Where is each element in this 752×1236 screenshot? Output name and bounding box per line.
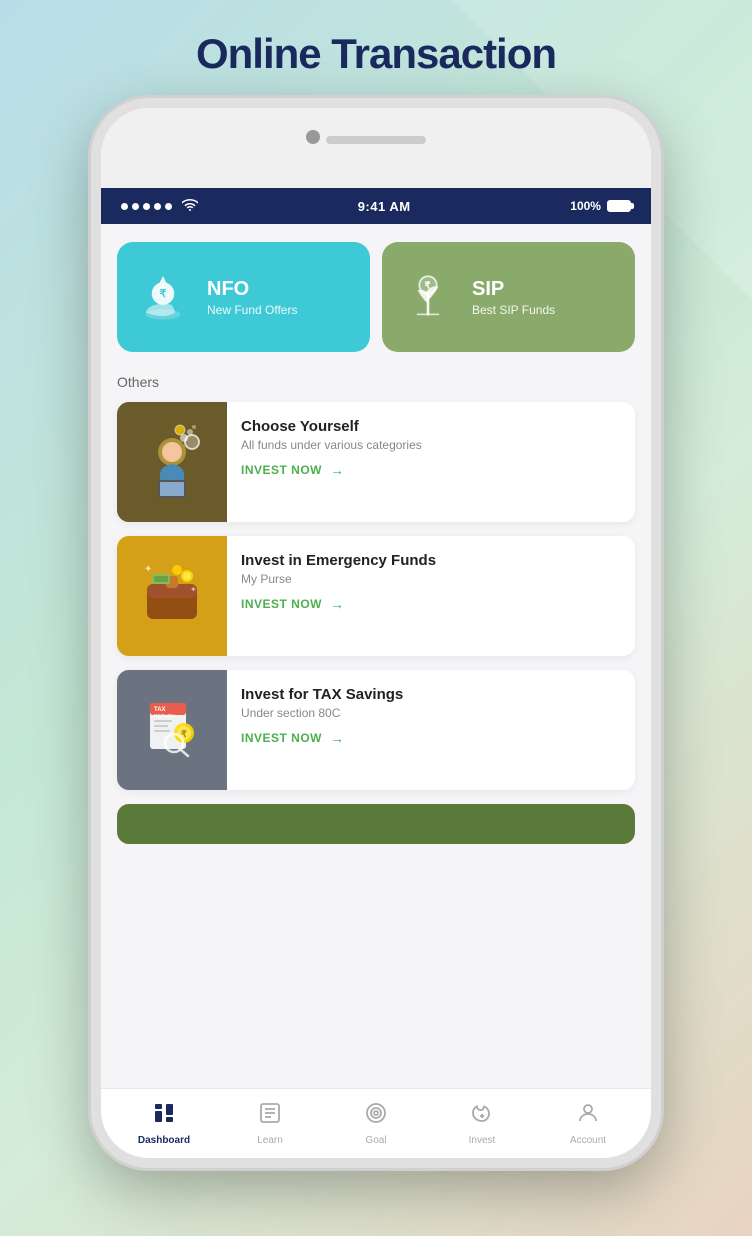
list-item-choose-yourself[interactable]: Choose Yourself All funds under various …: [117, 402, 635, 522]
emergency-funds-title: Invest in Emergency Funds: [241, 552, 621, 569]
signal-indicator: [121, 199, 198, 214]
partial-card: [117, 804, 635, 844]
tax-savings-image: TAX RETURN ₹: [117, 670, 227, 790]
tax-savings-subtitle: Under section 80C: [241, 706, 621, 720]
nfo-card[interactable]: ₹ NFO New Fund Offers: [117, 242, 370, 352]
nav-item-account[interactable]: Account: [535, 1101, 641, 1146]
nfo-icon: ₹: [133, 267, 193, 327]
dashboard-icon: [152, 1101, 176, 1131]
svg-text:₹: ₹: [425, 280, 432, 291]
tax-savings-cta[interactable]: INVEST NOW →: [241, 730, 621, 746]
arrow-right-icon: →: [330, 462, 345, 478]
signal-dot-5: [165, 203, 172, 210]
status-time: 9:41 AM: [358, 199, 411, 214]
wifi-icon: [182, 199, 198, 214]
list-item-emergency-funds[interactable]: ✦ ✦ Invest in Emergency Funds My Purse I…: [117, 536, 635, 656]
invest-icon: [470, 1101, 494, 1131]
svg-text:₹: ₹: [160, 289, 167, 300]
svg-text:RETURN: RETURN: [154, 714, 175, 720]
phone-screen: 9:41 AM 100%: [101, 188, 651, 1158]
sip-icon: ₹: [398, 267, 458, 327]
choose-yourself-content: Choose Yourself All funds under various …: [227, 402, 635, 522]
signal-dot-3: [143, 203, 150, 210]
phone-shell: 9:41 AM 100%: [91, 98, 661, 1168]
nav-item-dashboard[interactable]: Dashboard: [111, 1101, 217, 1146]
page-title: Online Transaction: [196, 30, 556, 78]
emergency-funds-image: ✦ ✦: [117, 536, 227, 656]
learn-label: Learn: [257, 1135, 283, 1146]
arrow-right-icon-3: →: [330, 730, 345, 746]
sip-card-text: SIP Best SIP Funds: [472, 278, 555, 317]
others-label: Others: [117, 374, 635, 390]
sip-title: SIP: [472, 278, 555, 300]
tax-savings-title: Invest for TAX Savings: [241, 686, 621, 703]
battery-area: 100%: [570, 199, 631, 213]
nfo-subtitle: New Fund Offers: [207, 303, 297, 317]
account-icon: [576, 1101, 600, 1131]
nav-item-learn[interactable]: Learn: [217, 1101, 323, 1146]
goal-label: Goal: [365, 1135, 386, 1146]
svg-text:✦: ✦: [144, 564, 152, 575]
sip-card[interactable]: ₹ SIP Best SIP Funds: [382, 242, 635, 352]
nav-item-goal[interactable]: Goal: [323, 1101, 429, 1146]
phone-top-bezel: [101, 108, 651, 188]
invest-label: Invest: [469, 1135, 496, 1146]
sip-subtitle: Best SIP Funds: [472, 303, 555, 317]
phone-camera: [306, 130, 320, 144]
battery-icon: [607, 200, 631, 212]
list-item-tax-savings[interactable]: TAX RETURN ₹: [117, 670, 635, 790]
top-cards-row: ₹ NFO New Fund Offers: [117, 242, 635, 352]
bottom-nav: Dashboard Learn: [101, 1088, 651, 1158]
app-content: ₹ NFO New Fund Offers: [101, 224, 651, 1088]
emergency-funds-subtitle: My Purse: [241, 572, 621, 586]
emergency-funds-cta[interactable]: INVEST NOW →: [241, 596, 621, 612]
tax-savings-content: Invest for TAX Savings Under section 80C…: [227, 670, 635, 790]
choose-yourself-image: [117, 402, 227, 522]
nfo-card-text: NFO New Fund Offers: [207, 278, 297, 317]
account-label: Account: [570, 1135, 606, 1146]
battery-percentage: 100%: [570, 199, 601, 213]
choose-yourself-cta[interactable]: INVEST NOW →: [241, 462, 621, 478]
emergency-funds-content: Invest in Emergency Funds My Purse INVES…: [227, 536, 635, 656]
signal-dot-2: [132, 203, 139, 210]
svg-text:✦: ✦: [190, 585, 197, 594]
phone-speaker: [326, 136, 426, 144]
dashboard-label: Dashboard: [138, 1135, 190, 1146]
nfo-title: NFO: [207, 278, 297, 300]
choose-yourself-subtitle: All funds under various categories: [241, 438, 621, 452]
status-bar: 9:41 AM 100%: [101, 188, 651, 224]
learn-icon: [258, 1101, 282, 1131]
goal-icon: [364, 1101, 388, 1131]
signal-dot-4: [154, 203, 161, 210]
signal-dot-1: [121, 203, 128, 210]
arrow-right-icon-2: →: [330, 596, 345, 612]
nav-item-invest[interactable]: Invest: [429, 1101, 535, 1146]
svg-text:TAX: TAX: [154, 707, 166, 713]
choose-yourself-title: Choose Yourself: [241, 418, 621, 435]
